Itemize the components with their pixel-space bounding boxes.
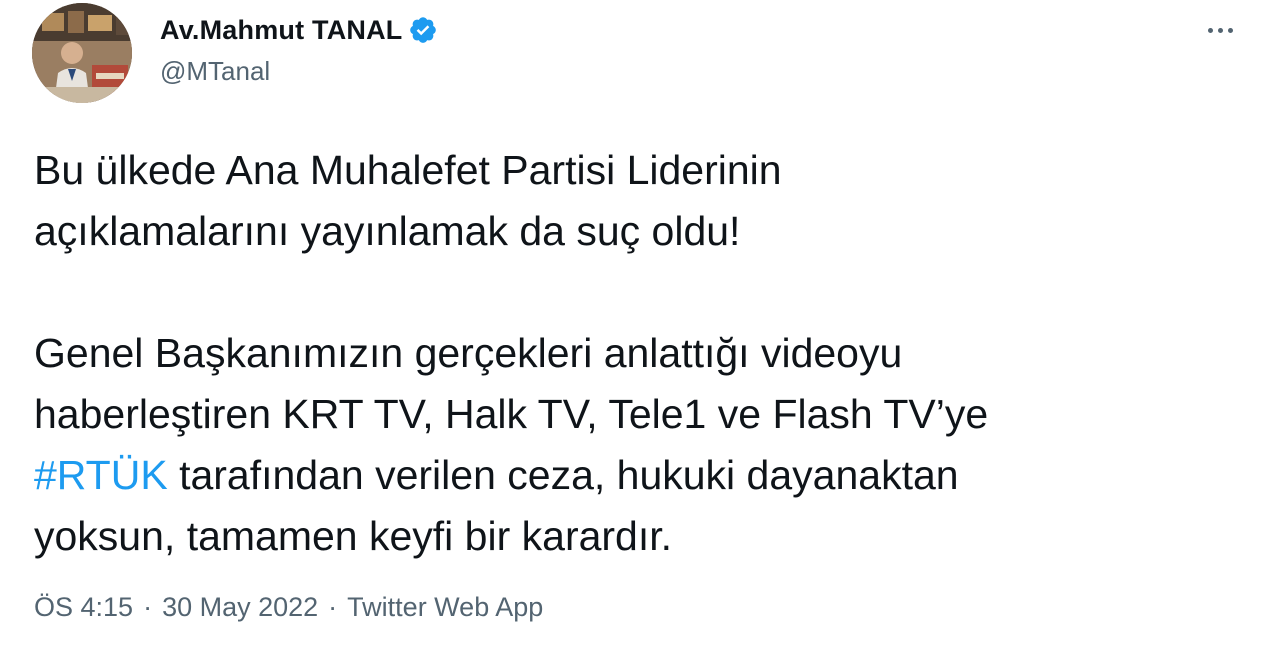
meta-separator: · (328, 592, 338, 622)
more-dot (1217, 27, 1223, 33)
tweet-line-rest: tarafından verilen ceza, hukuki dayanakt… (167, 452, 959, 498)
avatar-photo (32, 3, 132, 103)
avatar[interactable] (32, 3, 132, 103)
author-display-name[interactable]: Av.Mahmut TANAL (160, 15, 402, 46)
hashtag-link[interactable]: #RTÜK (34, 452, 168, 498)
tweet-source[interactable]: Twitter Web App (347, 592, 543, 623)
tweet-date[interactable]: 30 May 2022 (162, 592, 318, 623)
tweet-line: yoksun, tamamen keyfi bir karardır. (34, 513, 673, 559)
tweet-card: Av.Mahmut TANAL @MTanal Bu ülkede Ana Mu… (0, 0, 1280, 651)
author-handle[interactable]: @MTanal (160, 56, 270, 87)
tweet-line: Bu ülkede Ana Muhalefet Partisi Liderini… (34, 147, 782, 193)
meta-separator: · (143, 592, 153, 622)
verified-badge-icon (408, 15, 438, 45)
tweet-line: açıklamalarını yayınlamak da suç oldu! (34, 208, 741, 254)
author-name-row[interactable]: Av.Mahmut TANAL (160, 12, 438, 48)
tweet-line: Genel Başkanımızın gerçekleri anlattığı … (34, 330, 903, 376)
more-options-icon[interactable] (1200, 12, 1240, 48)
more-dot (1207, 27, 1213, 33)
tweet-line: #RTÜK tarafından verilen ceza, hukuki da… (34, 445, 1234, 506)
tweet-meta: ÖS 4:15 · 30 May 2022 · Twitter Web App (34, 592, 543, 623)
more-dot (1227, 27, 1233, 33)
tweet-line: haberleştiren KRT TV, Halk TV, Tele1 ve … (34, 391, 989, 437)
tweet-text: Bu ülkede Ana Muhalefet Partisi Liderini… (34, 140, 1234, 567)
tweet-time[interactable]: ÖS 4:15 (34, 592, 133, 623)
